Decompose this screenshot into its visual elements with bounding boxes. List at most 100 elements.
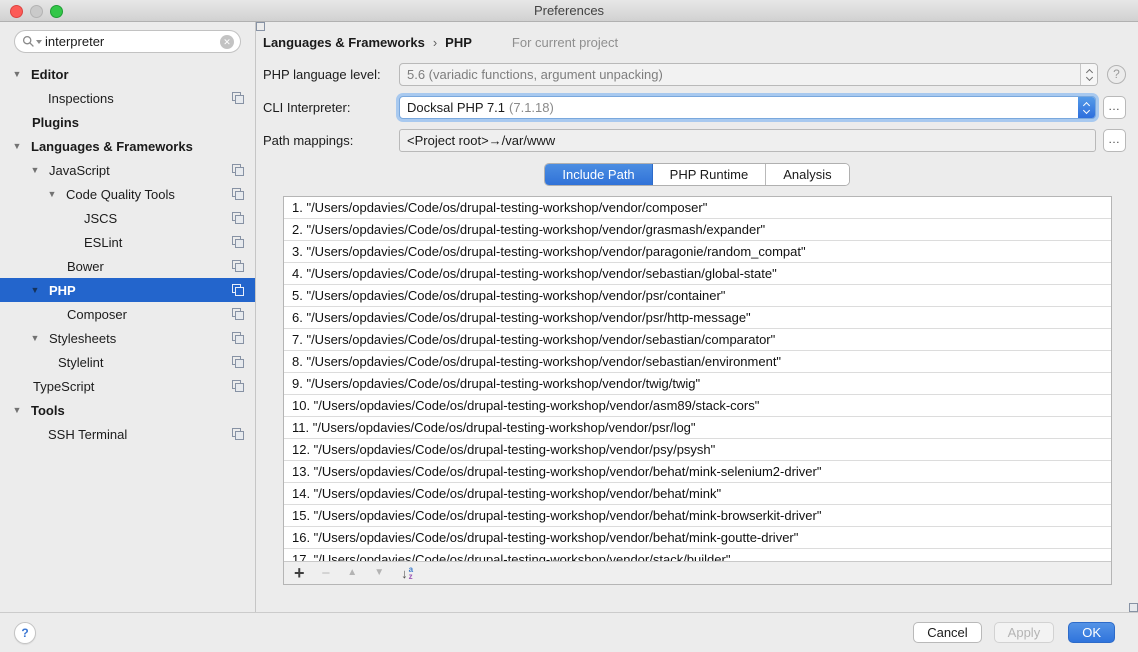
current-project-icon: [232, 356, 244, 368]
chevron-down-icon[interactable]: ▼: [10, 141, 24, 151]
current-project-icon: [232, 212, 244, 224]
sidebar-item-javascript[interactable]: ▼ JavaScript: [0, 158, 255, 182]
include-path-row[interactable]: 1. "/Users/opdavies/Code/os/drupal-testi…: [284, 197, 1111, 219]
tab-php-runtime[interactable]: PHP Runtime: [653, 164, 767, 185]
current-project-icon: [232, 188, 244, 200]
sidebar-item-inspections[interactable]: Inspections: [0, 86, 255, 110]
current-project-icon: [232, 284, 244, 296]
clear-search-icon[interactable]: ✕: [220, 35, 234, 49]
zoom-window-button[interactable]: [50, 5, 63, 18]
include-path-row[interactable]: 16. "/Users/opdavies/Code/os/drupal-test…: [284, 527, 1111, 549]
sidebar-item-composer[interactable]: Composer: [0, 302, 255, 326]
move-up-icon: ▲: [347, 568, 357, 578]
scope-label: For current project: [494, 35, 618, 50]
chevron-down-icon[interactable]: ▼: [45, 189, 59, 199]
sort-alpha-icon[interactable]: ↓ a z: [401, 566, 413, 581]
search-options-caret-icon[interactable]: [36, 40, 42, 44]
include-path-row[interactable]: 9. "/Users/opdavies/Code/os/drupal-testi…: [284, 373, 1111, 395]
minimize-window-button: [30, 5, 43, 18]
language-level-label: PHP language level:: [263, 67, 399, 82]
include-path-row[interactable]: 14. "/Users/opdavies/Code/os/drupal-test…: [284, 483, 1111, 505]
current-project-icon: [232, 380, 244, 392]
sidebar-item-plugins[interactable]: Plugins: [0, 110, 255, 134]
cli-interpreter-label: CLI Interpreter:: [263, 100, 399, 115]
language-level-select[interactable]: 5.6 (variadic functions, argument unpack…: [399, 63, 1098, 86]
breadcrumb: Languages & Frameworks › PHP For current…: [263, 31, 1126, 53]
breadcrumb-parent[interactable]: Languages & Frameworks: [263, 35, 425, 50]
sidebar-item-stylesheets[interactable]: ▼ Stylesheets: [0, 326, 255, 350]
edit-path-mappings-button[interactable]: …: [1103, 129, 1126, 152]
list-toolbar: + − ▲ ▼ ↓ a z: [284, 561, 1111, 584]
apply-button: Apply: [994, 622, 1055, 643]
current-project-icon: [232, 164, 244, 176]
include-path-row[interactable]: 10. "/Users/opdavies/Code/os/drupal-test…: [284, 395, 1111, 417]
include-path-row[interactable]: 4. "/Users/opdavies/Code/os/drupal-testi…: [284, 263, 1111, 285]
cli-interpreter-row: CLI Interpreter: Docksal PHP 7.1 (7.1.18…: [263, 96, 1126, 119]
tab-analysis[interactable]: Analysis: [766, 164, 848, 185]
tab-include-path[interactable]: Include Path: [545, 164, 652, 185]
chevron-down-icon[interactable]: ▼: [28, 165, 42, 175]
current-project-icon: [232, 332, 244, 344]
ok-button[interactable]: OK: [1068, 622, 1115, 643]
include-path-row[interactable]: 8. "/Users/opdavies/Code/os/drupal-testi…: [284, 351, 1111, 373]
breadcrumb-separator: ›: [433, 35, 437, 50]
language-level-row: PHP language level: 5.6 (variadic functi…: [263, 63, 1126, 86]
sidebar-item-tools[interactable]: ▼ Tools: [0, 398, 255, 422]
chevron-down-icon[interactable]: ▼: [28, 285, 42, 295]
settings-tree: ▼ Editor Inspections Plugins ▼ Languages…: [0, 62, 255, 446]
close-window-button[interactable]: [10, 5, 23, 18]
select-stepper-icon[interactable]: [1078, 97, 1095, 118]
include-path-row[interactable]: 15. "/Users/opdavies/Code/os/drupal-test…: [284, 505, 1111, 527]
sidebar-item-ssh-terminal[interactable]: SSH Terminal: [0, 422, 255, 446]
current-project-icon: [494, 36, 506, 48]
sidebar-item-bower[interactable]: Bower: [0, 254, 255, 278]
current-project-icon: [232, 308, 244, 320]
include-path-row[interactable]: 12. "/Users/opdavies/Code/os/drupal-test…: [284, 439, 1111, 461]
include-path-row[interactable]: 5. "/Users/opdavies/Code/os/drupal-testi…: [284, 285, 1111, 307]
include-path-row[interactable]: 2. "/Users/opdavies/Code/os/drupal-testi…: [284, 219, 1111, 241]
cancel-button[interactable]: Cancel: [913, 622, 981, 643]
current-project-icon: [232, 428, 244, 440]
current-project-icon: [232, 236, 244, 248]
select-stepper-icon[interactable]: [1080, 64, 1097, 85]
include-path-list[interactable]: 1. "/Users/opdavies/Code/os/drupal-testi…: [284, 197, 1111, 561]
dialog-footer: ? Cancel Apply OK: [0, 612, 1138, 652]
sidebar-item-php[interactable]: ▼ PHP: [0, 278, 255, 302]
traffic-lights: [10, 5, 63, 18]
path-mappings-row: Path mappings: <Project root>→/var/www …: [263, 129, 1126, 152]
preferences-window: Preferences ✕ ▼ Editor: [0, 0, 1138, 652]
titlebar: Preferences: [0, 0, 1138, 22]
include-path-row[interactable]: 17. "/Users/opdavies/Code/os/drupal-test…: [284, 549, 1111, 561]
current-project-icon: [232, 260, 244, 272]
search-icon: [22, 35, 45, 48]
php-settings-tabs: Include Path PHP Runtime Analysis: [544, 163, 849, 186]
window-title: Preferences: [534, 3, 604, 18]
sidebar-item-jscs[interactable]: JSCS: [0, 206, 255, 230]
browse-interpreters-button[interactable]: …: [1103, 96, 1126, 119]
chevron-down-icon[interactable]: ▼: [28, 333, 42, 343]
sidebar-item-eslint[interactable]: ESLint: [0, 230, 255, 254]
chevron-down-icon[interactable]: ▼: [10, 69, 24, 79]
chevron-down-icon[interactable]: ▼: [10, 405, 24, 415]
add-path-icon[interactable]: +: [294, 564, 305, 582]
interpreter-version: (7.1.18): [509, 100, 554, 115]
search-field[interactable]: ✕: [14, 30, 241, 53]
sidebar-item-languages-frameworks[interactable]: ▼ Languages & Frameworks: [0, 134, 255, 158]
include-path-row[interactable]: 3. "/Users/opdavies/Code/os/drupal-testi…: [284, 241, 1111, 263]
sidebar-item-typescript[interactable]: TypeScript: [0, 374, 255, 398]
include-path-row[interactable]: 6. "/Users/opdavies/Code/os/drupal-testi…: [284, 307, 1111, 329]
include-path-panel: 1. "/Users/opdavies/Code/os/drupal-testi…: [283, 196, 1112, 585]
help-icon[interactable]: ?: [1107, 65, 1126, 84]
include-path-row[interactable]: 11. "/Users/opdavies/Code/os/drupal-test…: [284, 417, 1111, 439]
include-path-row[interactable]: 13. "/Users/opdavies/Code/os/drupal-test…: [284, 461, 1111, 483]
sidebar-item-stylelint[interactable]: Stylelint: [0, 350, 255, 374]
help-button[interactable]: ?: [14, 622, 36, 644]
include-path-row[interactable]: 7. "/Users/opdavies/Code/os/drupal-testi…: [284, 329, 1111, 351]
cli-interpreter-select[interactable]: Docksal PHP 7.1 (7.1.18): [399, 96, 1096, 119]
sidebar-item-editor[interactable]: ▼ Editor: [0, 62, 255, 86]
path-mappings-field[interactable]: <Project root>→/var/www: [399, 129, 1096, 152]
settings-sidebar: ✕ ▼ Editor Inspections Plugins ▼ Languag…: [0, 22, 256, 612]
sidebar-item-code-quality-tools[interactable]: ▼ Code Quality Tools: [0, 182, 255, 206]
search-input[interactable]: [45, 34, 220, 49]
current-project-icon: [232, 92, 244, 104]
